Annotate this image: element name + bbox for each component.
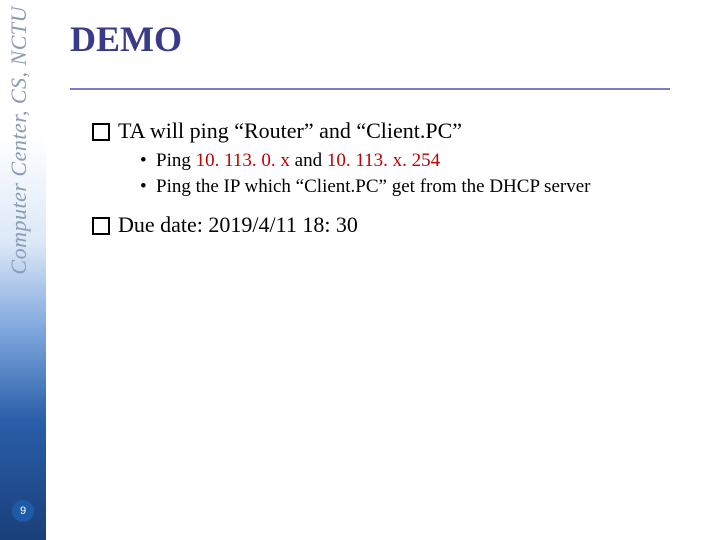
- sub1-ip-1: 10. 113. 0. x: [196, 150, 290, 171]
- bullet-2-text: Due date: 2019/4/11 18: 30: [118, 212, 358, 237]
- content-area: DEMO TA will ping “Router” and “Client.P…: [70, 0, 710, 244]
- bullet-list: TA will ping “Router” and “Client.PC” Pi…: [70, 118, 660, 238]
- sidebar-gradient: Computer Center, CS, NCTU: [0, 0, 46, 540]
- bullet-1-text: TA will ping “Router” and “Client.PC”: [118, 118, 462, 143]
- sub1-ip-2: 10. 113. x. 254: [327, 150, 440, 171]
- sub-item-1: Ping 10. 113. 0. x and 10. 113. x. 254: [140, 150, 660, 172]
- sidebar-label: Computer Center, CS, NCTU: [6, 6, 32, 275]
- sub1-part-a: Ping: [156, 150, 196, 171]
- sub1-part-c: and: [290, 150, 327, 171]
- sub-item-2: Ping the IP which “Client.PC” get from t…: [140, 176, 660, 198]
- bullet-item-1: TA will ping “Router” and “Client.PC”: [92, 118, 660, 144]
- slide-title: DEMO: [70, 18, 710, 60]
- sub-list-1: Ping 10. 113. 0. x and 10. 113. x. 254 P…: [140, 150, 660, 198]
- bullet-item-2: Due date: 2019/4/11 18: 30: [92, 212, 660, 238]
- title-underline: [70, 88, 670, 90]
- slide: Computer Center, CS, NCTU 9 DEMO TA will…: [0, 0, 720, 540]
- page-number-badge: 9: [12, 500, 34, 522]
